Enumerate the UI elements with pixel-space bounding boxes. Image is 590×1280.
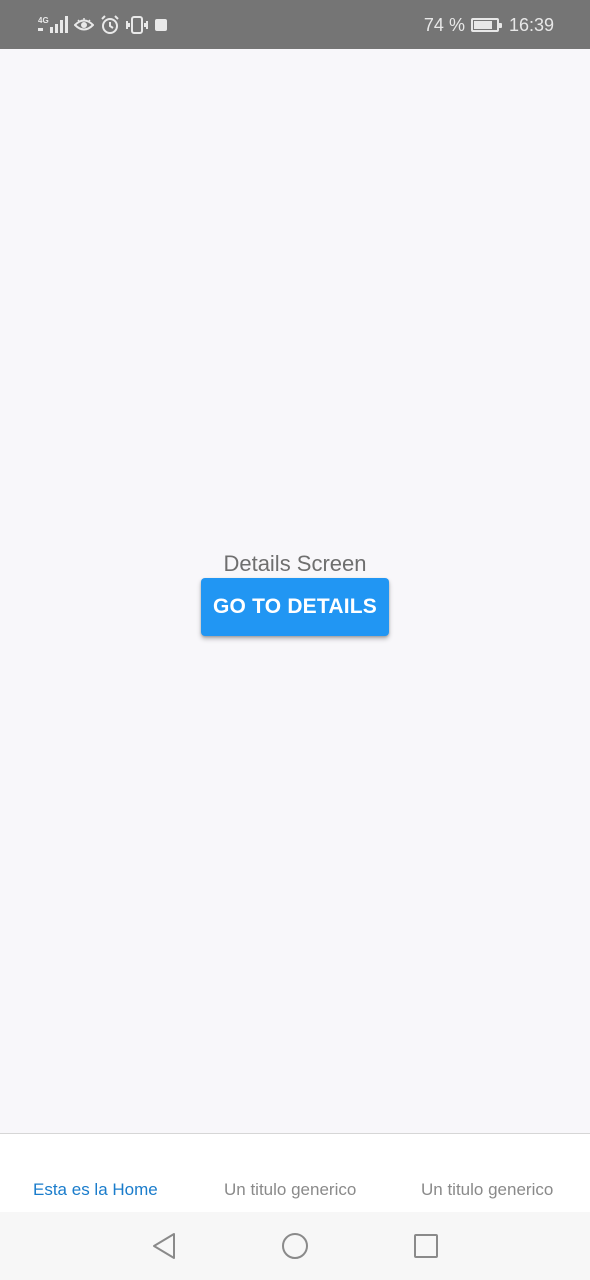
network-type-label: 4G [38, 16, 49, 25]
tab-home[interactable]: Esta es la Home [33, 1180, 158, 1200]
eye-icon [74, 18, 94, 31]
tab-titulo-generico-2[interactable]: Un titulo generico [421, 1180, 553, 1200]
home-button[interactable] [279, 1230, 311, 1262]
home-icon [282, 1233, 308, 1259]
tab-titulo-generico-1[interactable]: Un titulo generico [224, 1180, 356, 1200]
go-to-details-button[interactable]: GO TO DETAILS [201, 578, 389, 636]
notification-square-icon [155, 19, 167, 31]
main-content: Details Screen GO TO DETAILS [0, 49, 590, 1133]
status-bar: 4G 74 % 16:39 [0, 0, 590, 49]
recents-icon [414, 1234, 438, 1258]
battery-percent: 74 % [423, 14, 465, 35]
clock: 16:39 [508, 14, 554, 35]
back-icon [153, 1233, 175, 1259]
battery-charging-icon [470, 18, 502, 32]
system-navigation-bar [0, 1212, 590, 1280]
recents-button[interactable] [410, 1230, 442, 1262]
bottom-tab-bar: Esta es la Home Un titulo generico Un ti… [0, 1133, 590, 1212]
battery-level-fill [473, 21, 492, 29]
vibrate-icon [126, 16, 148, 34]
status-icons-left: 4G [38, 13, 168, 37]
back-button[interactable] [148, 1230, 180, 1262]
alarm-icon [101, 15, 119, 34]
status-icons-right: 74 % 16:39 [424, 13, 554, 37]
signal-icon: 4G [38, 16, 68, 33]
screen-title: Details Screen [223, 551, 367, 576]
